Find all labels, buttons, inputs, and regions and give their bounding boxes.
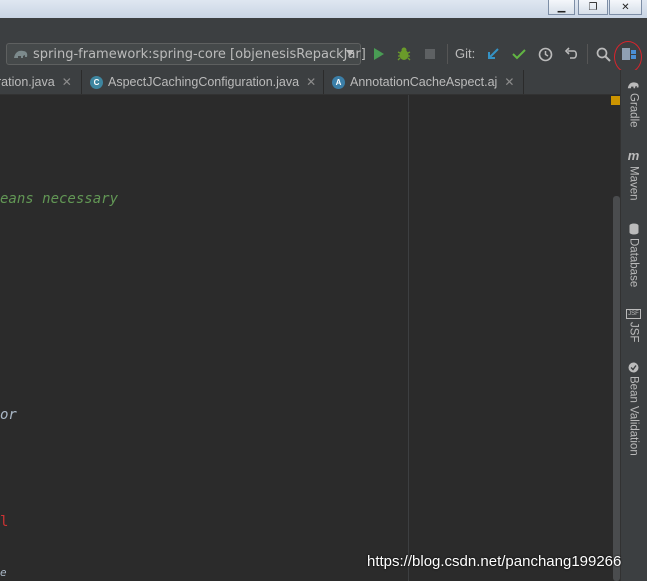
bean-validation-tool-button[interactable]: Bean Validation bbox=[620, 362, 647, 456]
stop-icon bbox=[425, 49, 435, 59]
code-editor[interactable] bbox=[0, 95, 408, 581]
gradle-label: Gradle bbox=[627, 93, 640, 128]
tab-configuration[interactable]: ration.java ✕ bbox=[0, 70, 82, 94]
bean-validation-icon bbox=[628, 362, 639, 373]
code-editor-right-area[interactable] bbox=[409, 95, 620, 581]
tab-annotation-cache-aspect[interactable]: A AnnotationCacheAspect.aj ✕ bbox=[324, 70, 524, 94]
tab-label: AnnotationCacheAspect.aj bbox=[350, 75, 498, 89]
arrow-down-left-icon bbox=[488, 48, 499, 59]
close-icon[interactable]: ✕ bbox=[306, 75, 316, 89]
warning-marker[interactable] bbox=[611, 96, 620, 105]
undo-icon bbox=[564, 46, 577, 59]
debug-button[interactable] bbox=[395, 45, 413, 63]
highlight-annotation-circle bbox=[614, 41, 642, 73]
close-button[interactable]: ✕ bbox=[609, 0, 642, 15]
database-label: Database bbox=[627, 238, 640, 288]
maven-tool-button[interactable]: m Maven bbox=[620, 148, 647, 201]
clock-icon bbox=[538, 47, 552, 61]
watermark-text: https://blog.csdn.net/panchang199266 bbox=[367, 553, 622, 570]
close-icon[interactable]: ✕ bbox=[62, 75, 72, 89]
maximize-button[interactable]: ❐ bbox=[578, 0, 608, 15]
minimize-button[interactable]: ▁ bbox=[548, 0, 575, 15]
toolbar-separator bbox=[587, 44, 588, 64]
git-commit-button[interactable] bbox=[510, 45, 528, 63]
database-icon bbox=[629, 223, 638, 235]
git-label: Git: bbox=[455, 46, 476, 61]
code-comment-text: eans necessary bbox=[0, 191, 119, 207]
close-icon[interactable]: ✕ bbox=[504, 75, 514, 89]
search-button[interactable] bbox=[594, 45, 612, 63]
search-icon bbox=[596, 47, 611, 62]
tab-label: ration.java bbox=[0, 75, 55, 89]
run-configuration-label: spring-framework:spring-core [objenesisR… bbox=[33, 46, 366, 62]
run-button[interactable] bbox=[370, 45, 388, 63]
code-text: e bbox=[0, 566, 7, 579]
run-configuration-dropdown[interactable]: spring-framework:spring-core [objenesisR… bbox=[6, 43, 366, 65]
bug-icon bbox=[397, 47, 411, 61]
gradle-tool-button[interactable]: Gradle bbox=[620, 80, 647, 128]
menu-area bbox=[0, 18, 647, 38]
stop-button[interactable] bbox=[421, 45, 439, 63]
jsf-label: JSF bbox=[627, 322, 640, 343]
git-history-button[interactable] bbox=[536, 45, 554, 63]
class-icon: C bbox=[90, 75, 103, 89]
maven-icon: m bbox=[627, 148, 640, 163]
git-rollback-button[interactable] bbox=[562, 45, 580, 63]
code-text: l bbox=[0, 514, 9, 530]
code-text: or bbox=[0, 407, 17, 423]
checkmark-icon bbox=[512, 49, 526, 60]
gradle-elephant-icon bbox=[627, 82, 639, 89]
database-tool-button[interactable]: Database bbox=[620, 223, 647, 287]
toolbar-separator bbox=[447, 44, 448, 64]
bean-validation-label: Bean Validation bbox=[627, 376, 640, 456]
git-update-button[interactable] bbox=[484, 45, 502, 63]
tab-aspectj-caching-configuration[interactable]: C AspectJCachingConfiguration.java ✕ bbox=[82, 70, 324, 94]
maven-label: Maven bbox=[627, 166, 640, 201]
chevron-down-icon bbox=[346, 50, 354, 56]
run-icon bbox=[374, 48, 384, 60]
editor-scrollbar-thumb[interactable] bbox=[613, 196, 620, 581]
jsf-icon: JSF bbox=[626, 309, 641, 319]
aspect-icon: A bbox=[332, 75, 345, 89]
jsf-tool-button[interactable]: JSF JSF bbox=[620, 309, 647, 342]
gradle-elephant-icon bbox=[13, 48, 29, 60]
tab-label: AspectJCachingConfiguration.java bbox=[108, 75, 300, 89]
